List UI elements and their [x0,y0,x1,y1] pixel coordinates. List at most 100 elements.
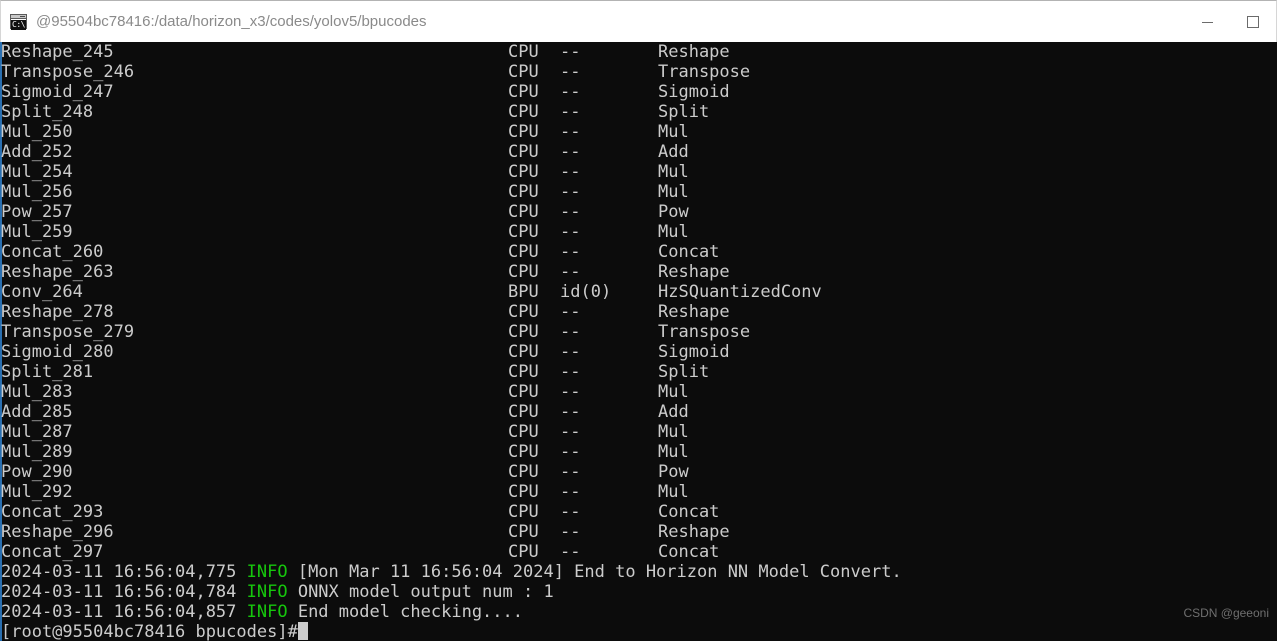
op-type-cell: Mul [658,442,689,462]
node-name-cell: Mul_250 [1,122,73,142]
table-row: Transpose_246 CPU -- Transpose [0,62,1277,82]
cursor [297,622,308,640]
node-id-cell: -- [560,142,581,162]
run-target-cell: CPU [508,262,539,282]
run-target-cell: CPU [508,82,539,102]
run-target-cell: CPU [508,202,539,222]
run-target-cell: CPU [508,142,539,162]
node-name-cell: Mul_256 [1,182,73,202]
table-row: Add_252 CPU -- Add [0,142,1277,162]
node-name-cell: Transpose_246 [1,62,135,82]
minimize-icon [1202,21,1213,23]
run-target-cell: CPU [508,522,539,542]
node-id-cell: -- [560,102,581,122]
node-id-cell: -- [560,302,581,322]
op-type-cell: Concat [658,542,720,562]
node-id-cell: -- [560,62,581,82]
node-id-cell: -- [560,522,581,542]
table-row: Sigmoid_247 CPU -- Sigmoid [0,82,1277,102]
node-id-cell: -- [560,442,581,462]
console-icon-titlebar-strip [11,15,26,19]
run-target-cell: CPU [508,122,539,142]
op-type-cell: Mul [658,482,689,502]
log-line: 2024-03-11 16:56:04,784 INFO ONNX model … [0,582,1277,602]
node-id-cell: -- [560,362,581,382]
node-id-cell: id(0) [560,282,612,302]
run-target-cell: BPU [508,282,539,302]
op-type-cell: Sigmoid [658,82,730,102]
node-name-cell: Mul_254 [1,162,73,182]
table-row: Mul_289 CPU -- Mul [0,442,1277,462]
node-name-cell: Pow_257 [1,202,73,222]
op-type-cell: HzSQuantizedConv [658,282,822,302]
node-name-cell: Split_248 [1,102,94,122]
console-app-icon: C:\. [10,14,27,30]
run-target-cell: CPU [508,102,539,122]
node-id-cell: -- [560,122,581,142]
run-target-cell: CPU [508,342,539,362]
table-row: Mul_259 CPU -- Mul [0,222,1277,242]
run-target-cell: CPU [508,242,539,262]
node-name-cell: Transpose_279 [1,322,135,342]
table-row: Concat_297 CPU -- Concat [0,542,1277,562]
node-name-cell: Mul_289 [1,442,73,462]
node-name-cell: Concat_297 [1,542,104,562]
node-id-cell: -- [560,242,581,262]
node-name-cell: Sigmoid_280 [1,342,114,362]
csdn-watermark: CSDN @geeoni [1183,606,1269,620]
node-id-cell: -- [560,402,581,422]
table-row: Concat_260 CPU -- Concat [0,242,1277,262]
terminal-output[interactable]: Reshape_245 CPU -- Reshape Transpose_246 CPU -… [0,42,1277,641]
table-row: Mul_287 CPU -- Mul [0,422,1277,442]
node-name-cell: Reshape_278 [1,302,114,322]
table-row: Conv_264 BPU id(0) HzSQuantizedConv [0,282,1277,302]
node-id-cell: -- [560,382,581,402]
op-type-cell: Split [658,362,710,382]
table-row: Mul_256 CPU -- Mul [0,182,1277,202]
run-target-cell: CPU [508,502,539,522]
node-id-cell: -- [560,502,581,522]
op-type-cell: Pow [658,462,689,482]
log-line: 2024-03-11 16:56:04,857 INFO End model c… [0,602,1277,622]
node-name-cell: Conv_264 [1,282,83,302]
log-message: ONNX model output num : 1 [287,582,554,602]
op-type-cell: Mul [658,382,689,402]
table-row: Split_281 CPU -- Split [0,362,1277,382]
op-type-cell: Mul [658,222,689,242]
prompt-text: [root@95504bc78416 bpucodes]# [1,622,298,641]
op-type-cell: Pow [658,202,689,222]
run-target-cell: CPU [508,482,539,502]
log-output: 2024-03-11 16:56:04,775 INFO [Mon Mar 11… [0,562,1277,622]
table-row: Reshape_245 CPU -- Reshape [0,42,1277,62]
table-row: Mul_254 CPU -- Mul [0,162,1277,182]
shell-prompt[interactable]: [root@95504bc78416 bpucodes]# [0,622,1277,641]
log-level-badge: INFO [246,602,288,622]
node-name-cell: Mul_287 [1,422,73,442]
run-target-cell: CPU [508,62,539,82]
node-id-cell: -- [560,42,581,62]
log-timestamp: 2024-03-11 16:56:04,775 [1,562,247,582]
table-row: Pow_257 CPU -- Pow [0,202,1277,222]
maximize-button[interactable] [1230,1,1276,42]
run-target-cell: CPU [508,542,539,562]
node-name-cell: Concat_293 [1,502,104,522]
node-name-cell: Concat_260 [1,242,104,262]
run-target-cell: CPU [508,422,539,442]
table-row: Concat_293 CPU -- Concat [0,502,1277,522]
node-id-cell: -- [560,222,581,242]
minimize-button[interactable] [1184,1,1230,42]
log-message: End model checking.... [287,602,523,622]
op-type-cell: Mul [658,422,689,442]
node-id-cell: -- [560,462,581,482]
window-title: @95504bc78416:/data/horizon_x3/codes/yol… [36,12,427,30]
node-id-cell: -- [560,422,581,442]
table-row: Mul_283 CPU -- Mul [0,382,1277,402]
log-timestamp: 2024-03-11 16:56:04,784 [1,582,247,602]
table-row: Transpose_279 CPU -- Transpose [0,322,1277,342]
node-name-cell: Mul_283 [1,382,73,402]
node-name-cell: Add_285 [1,402,73,422]
node-name-cell: Pow_290 [1,462,73,482]
node-name-cell: Reshape_296 [1,522,114,542]
op-type-cell: Reshape [658,522,730,542]
log-timestamp: 2024-03-11 16:56:04,857 [1,602,247,622]
